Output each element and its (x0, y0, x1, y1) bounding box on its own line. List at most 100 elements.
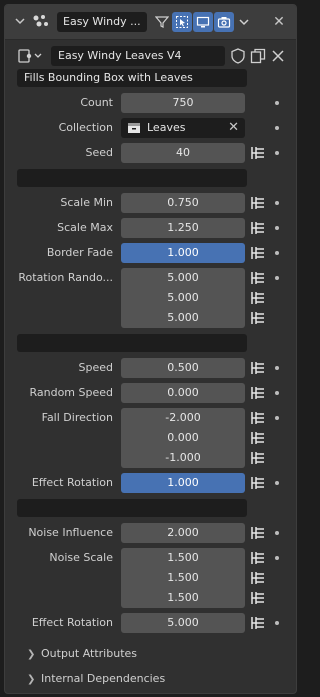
geometry-nodes-icon (33, 15, 48, 27)
rotation-random-x-field[interactable]: 5.000 (121, 268, 245, 288)
seed-keyframe-dot[interactable] (275, 151, 279, 155)
clear-collection-icon[interactable]: ✕ (228, 118, 239, 138)
collection-name: Leaves (147, 121, 186, 134)
section-separator (17, 499, 247, 517)
node-properties-panel: Easy Windy ... ✕ Easy Windy Leaves V4 Fi… (4, 4, 297, 694)
driver-keyframe-icon[interactable] (249, 269, 267, 287)
scale-max-keyframe-dot[interactable] (275, 226, 279, 230)
node-description-label: Fills Bounding Box with Leaves (17, 69, 247, 87)
collection-box-icon (128, 123, 140, 133)
noise-scale-y-field[interactable]: 1.500 (121, 568, 245, 588)
scale-max-label: Scale Max (57, 221, 113, 234)
output-attributes-label: Output Attributes (41, 647, 138, 660)
noise-scale-label: Noise Scale (49, 551, 113, 564)
collapse-chevron-icon[interactable] (13, 14, 27, 28)
noise-scale-z-field[interactable]: 1.500 (121, 588, 245, 608)
driver-keyframe-icon[interactable] (249, 409, 267, 427)
noise-scale-x-field[interactable]: 1.500 (121, 548, 245, 568)
driver-keyframe-icon[interactable] (249, 524, 267, 542)
section-separator (17, 334, 247, 352)
fall-direction-label: Fall Direction (41, 411, 113, 424)
driver-keyframe-icon[interactable] (249, 289, 267, 307)
random-speed-field[interactable]: 0.000 (121, 383, 245, 403)
render-toggle-button[interactable] (214, 12, 234, 32)
driver-keyframe-icon[interactable] (249, 309, 267, 327)
scale-min-field[interactable]: 0.750 (121, 193, 245, 213)
driver-keyframe-icon[interactable] (249, 144, 267, 162)
driver-keyframe-icon[interactable] (249, 359, 267, 377)
datablock-row: Easy Windy Leaves V4 (5, 43, 296, 69)
rotation-random-z-field[interactable]: 5.000 (121, 308, 245, 328)
border-fade-keyframe-dot[interactable] (275, 251, 279, 255)
close-icon[interactable]: ✕ (270, 13, 288, 31)
random-speed-label: Random Speed (29, 386, 113, 399)
driver-keyframe-icon[interactable] (249, 384, 267, 402)
speed-field[interactable]: 0.500 (121, 358, 245, 378)
node-group-name-field[interactable]: Easy Windy ... (57, 12, 147, 32)
driver-keyframe-icon[interactable] (249, 429, 267, 447)
effect-rotation-label: Effect Rotation (31, 476, 113, 489)
driver-keyframe-icon[interactable] (249, 219, 267, 237)
driver-keyframe-icon[interactable] (249, 194, 267, 212)
fall-direction-keyframe-dot[interactable] (275, 416, 279, 420)
datablock-name-field[interactable]: Easy Windy Leaves V4 (51, 46, 225, 66)
effect-rotation-label: Effect Rotation (31, 616, 113, 629)
output-attributes-subpanel[interactable]: ❯ Output Attributes (27, 644, 137, 664)
seed-field[interactable]: 40 (121, 143, 245, 163)
driver-keyframe-icon[interactable] (249, 569, 267, 587)
driver-keyframe-icon[interactable] (249, 474, 267, 492)
scale-min-label: Scale Min (60, 196, 113, 209)
scale-max-field[interactable]: 1.250 (121, 218, 245, 238)
seed-label: Seed (85, 146, 114, 159)
select-toggle-button[interactable] (172, 12, 192, 32)
noise-influence-label: Noise Influence (28, 526, 113, 539)
noise-influence-keyframe-dot[interactable] (275, 531, 279, 535)
monitor-icon (196, 16, 210, 28)
border-fade-label: Border Fade (46, 246, 113, 259)
scale-min-keyframe-dot[interactable] (275, 201, 279, 205)
more-options-dropdown[interactable] (234, 12, 254, 32)
fall-direction-y-field[interactable]: 0.000 (121, 428, 245, 448)
count-label: Count (80, 96, 113, 109)
count-field[interactable]: 750 (121, 93, 245, 113)
node-header: Easy Windy ... ✕ (5, 5, 296, 40)
count-keyframe-dot[interactable] (275, 101, 279, 105)
duplicate-datablock-icon[interactable] (249, 47, 267, 65)
driver-keyframe-icon[interactable] (249, 589, 267, 607)
driver-keyframe-icon[interactable] (249, 244, 267, 262)
filter-funnel-button[interactable] (152, 12, 172, 32)
chevron-right-icon: ❯ (27, 649, 36, 660)
noise-influence-field[interactable]: 2.000 (121, 523, 245, 543)
speed-keyframe-dot[interactable] (275, 366, 279, 370)
effect-rotation-field[interactable]: 5.000 (121, 613, 245, 633)
section-separator (17, 169, 247, 187)
random-speed-keyframe-dot[interactable] (275, 391, 279, 395)
internal-dependencies-label: Internal Dependencies (41, 672, 166, 685)
node-tree-browse-icon[interactable] (17, 47, 45, 65)
internal-dependencies-subpanel[interactable]: ❯ Internal Dependencies (27, 669, 165, 689)
effect-rotation-keyframe-dot[interactable] (275, 621, 279, 625)
noise-scale-keyframe-dot[interactable] (275, 556, 279, 560)
collection-field[interactable]: Leaves ✕ (121, 118, 245, 138)
fall-direction-x-field[interactable]: -2.000 (121, 408, 245, 428)
select-cursor-icon (176, 16, 188, 28)
effect-rotation-keyframe-dot[interactable] (275, 481, 279, 485)
border-fade-slider[interactable]: 1.000 (121, 243, 245, 263)
collection-keyframe-dot[interactable] (275, 126, 279, 130)
funnel-icon (155, 16, 169, 28)
effect-rotation-slider[interactable]: 1.000 (121, 473, 245, 493)
fall-direction-z-field[interactable]: -1.000 (121, 448, 245, 468)
rotation-random-y-field[interactable]: 5.000 (121, 288, 245, 308)
driver-keyframe-icon[interactable] (249, 549, 267, 567)
driver-keyframe-icon[interactable] (249, 449, 267, 467)
camera-icon (217, 17, 231, 28)
rotation-random-keyframe-dot[interactable] (275, 276, 279, 280)
viewport-toggle-button[interactable] (193, 12, 213, 32)
fake-user-shield-icon[interactable] (229, 47, 247, 65)
unlink-close-icon[interactable] (269, 47, 287, 65)
driver-keyframe-icon[interactable] (249, 614, 267, 632)
chevron-down-icon (239, 19, 249, 26)
collection-label: Collection (58, 121, 113, 134)
chevron-right-icon: ❯ (27, 674, 36, 685)
speed-label: Speed (78, 361, 113, 374)
